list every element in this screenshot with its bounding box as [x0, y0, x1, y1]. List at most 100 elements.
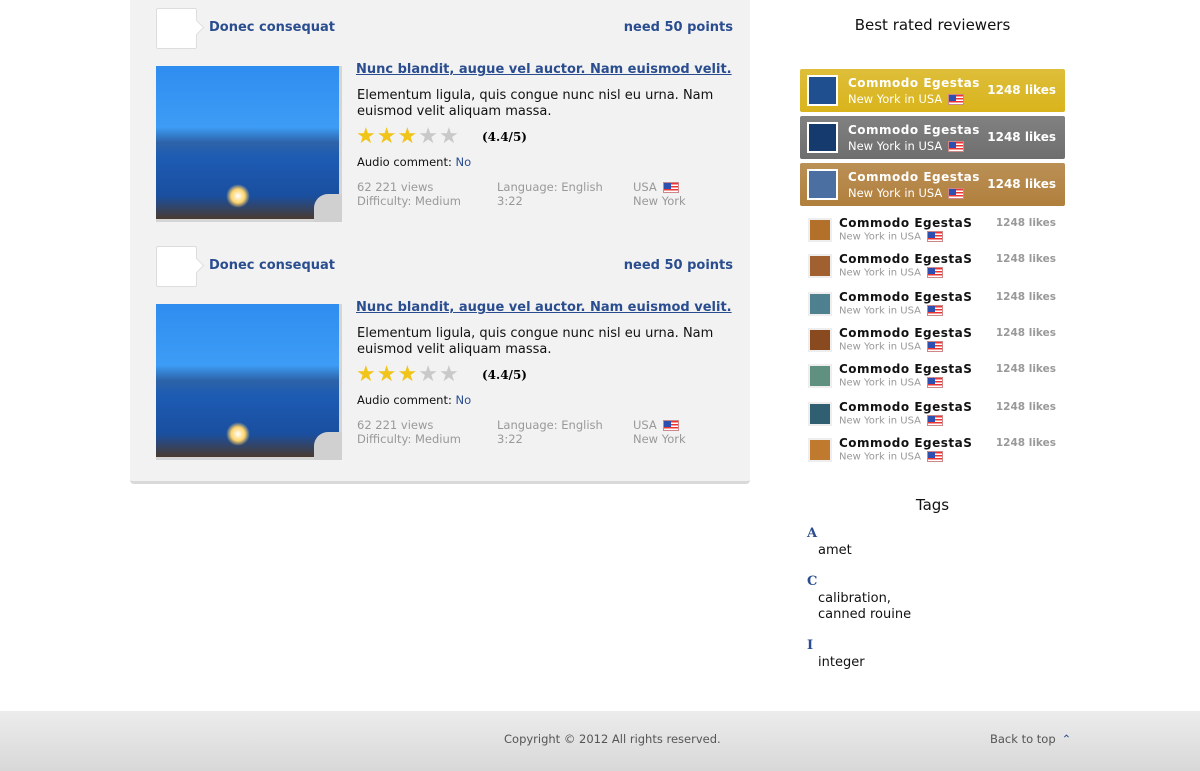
stats: 62 221 views Difficulty: Medium: [357, 180, 461, 208]
top-reviewer[interactable]: Commodo Egestas New York in USA 1248 lik…: [800, 116, 1065, 159]
reviewer-name: Commodo Egestas: [848, 170, 980, 184]
star-icon[interactable]: ★: [356, 362, 377, 387]
star-icon[interactable]: ★: [397, 362, 418, 387]
star-icon[interactable]: ★: [418, 124, 439, 149]
points-required: need 50 points: [623, 258, 733, 273]
star-icon[interactable]: ★: [377, 362, 398, 387]
tag-link[interactable]: amet: [818, 543, 852, 559]
reviewer-avatar: [808, 438, 832, 462]
top-reviewer[interactable]: Commodo Egestas New York in USA 1248 lik…: [800, 69, 1065, 112]
reviewer-location: New York in USA: [839, 305, 943, 317]
reviewer-avatar: [808, 292, 832, 316]
reviewer-item[interactable]: Commodo EgestaS New York in USA 1248 lik…: [800, 290, 1065, 324]
star-icon[interactable]: ★: [439, 124, 460, 149]
usa-flag-icon: [926, 267, 943, 278]
user-avatar[interactable]: [156, 246, 197, 287]
star-icon[interactable]: ★: [356, 124, 377, 149]
views: 62 221 views: [357, 418, 434, 432]
star-icon[interactable]: ★: [439, 362, 460, 387]
review-title-link[interactable]: Nunc blandit, augue vel auctor. Nam euis…: [356, 300, 732, 315]
language: Language: English: [497, 418, 603, 432]
star-icon[interactable]: ★: [377, 124, 398, 149]
back-to-top-link[interactable]: Back to top ⌃: [990, 732, 1071, 746]
language-info: Language: English 3:22: [497, 418, 603, 446]
reviewer-location: New York in USA: [848, 139, 965, 153]
points-required: need 50 points: [623, 20, 733, 35]
review-description: Elementum ligula, quis congue nunc nisl …: [357, 326, 714, 357]
reviewer-avatar: [807, 75, 838, 106]
country: USA: [633, 180, 657, 194]
reviewer-item[interactable]: Commodo EgestaS New York in USA 1248 lik…: [800, 252, 1065, 286]
star-rating[interactable]: ★★★★★: [356, 124, 460, 149]
star-rating[interactable]: ★★★★★: [356, 362, 460, 387]
audio-comment: Audio comment: No: [357, 155, 471, 169]
usa-flag-icon: [926, 341, 943, 352]
usa-flag-icon: [948, 94, 965, 105]
reviewer-item[interactable]: Commodo EgestaS New York in USA 1248 lik…: [800, 436, 1065, 470]
review-item: Donec consequat need 50 points Nunc blan…: [156, 0, 736, 225]
reviewer-location: New York in USA: [839, 341, 943, 353]
top-reviewer[interactable]: Commodo Egestas New York in USA 1248 lik…: [800, 163, 1065, 206]
rating-score: (4.4/5): [482, 368, 527, 382]
audio-value: No: [455, 155, 472, 169]
reviewers-title: Best rated reviewers: [854, 16, 1011, 34]
star-icon[interactable]: ★: [397, 124, 418, 149]
difficulty: Difficulty: Medium: [357, 194, 461, 208]
reviewer-likes: 1248 likes: [995, 217, 1056, 229]
stats: 62 221 views Difficulty: Medium: [357, 418, 461, 446]
reviewer-item[interactable]: Commodo EgestaS New York in USA 1248 lik…: [800, 326, 1065, 360]
reviewer-name: Commodo EgestaS: [839, 436, 973, 450]
review-item: Donec consequat need 50 points Nunc blan…: [156, 238, 736, 463]
author-link[interactable]: Donec consequat: [209, 258, 335, 273]
reviewer-item[interactable]: Commodo EgestaS New York in USA 1248 lik…: [800, 400, 1065, 434]
reviewer-item[interactable]: Commodo EgestaS New York in USA 1248 lik…: [800, 216, 1065, 250]
city: New York: [633, 194, 686, 208]
reviewer-likes: 1248 likes: [995, 253, 1056, 265]
reviewer-location: New York in USA: [839, 451, 943, 463]
tags-title: Tags: [915, 496, 950, 514]
reviewer-avatar: [808, 254, 832, 278]
usa-flag-icon: [926, 231, 943, 242]
reviewer-avatar: [808, 328, 832, 352]
tag-letter: A: [807, 526, 818, 541]
reviewer-location: New York in USA: [848, 186, 965, 200]
usa-flag-icon: [948, 188, 965, 199]
tag-link[interactable]: canned rouine: [818, 607, 911, 623]
user-avatar[interactable]: [156, 8, 197, 49]
usa-flag-icon: [926, 305, 943, 316]
tag-letter: C: [807, 574, 818, 589]
star-icon[interactable]: ★: [418, 362, 439, 387]
country: USA: [633, 418, 657, 432]
footer: Copyright © 2012 All rights reserved. Ba…: [0, 711, 1200, 771]
tag-link[interactable]: integer: [818, 655, 865, 671]
language-info: Language: English 3:22: [497, 180, 603, 208]
city: New York: [633, 432, 686, 446]
copyright: Copyright © 2012 All rights reserved.: [504, 732, 721, 746]
rating-score: (4.4/5): [482, 130, 527, 144]
review-title-link[interactable]: Nunc blandit, augue vel auctor. Nam euis…: [356, 62, 732, 77]
reviews-panel: Donec consequat need 50 points Nunc blan…: [130, 0, 750, 484]
reviewer-likes: 1248 likes: [987, 130, 1056, 144]
tag-letter: I: [807, 638, 814, 653]
reviewer-likes: 1248 likes: [995, 401, 1056, 413]
reviewer-name: Commodo EgestaS: [839, 290, 973, 304]
reviewer-likes: 1248 likes: [995, 363, 1056, 375]
reviewer-likes: 1248 likes: [995, 437, 1056, 449]
reviewer-name: Commodo EgestaS: [839, 362, 973, 376]
reviewer-item[interactable]: Commodo EgestaS New York in USA 1248 lik…: [800, 362, 1065, 396]
duration: 3:22: [497, 432, 523, 446]
difficulty: Difficulty: Medium: [357, 432, 461, 446]
usa-flag-icon: [926, 415, 943, 426]
audio-comment: Audio comment: No: [357, 393, 471, 407]
audio-label: Audio comment:: [357, 155, 452, 169]
reviewer-avatar: [808, 218, 832, 242]
usa-flag-icon: [662, 420, 679, 431]
author-link[interactable]: Donec consequat: [209, 20, 335, 35]
reviewer-likes: 1248 likes: [995, 291, 1056, 303]
reviewer-location: New York in USA: [839, 377, 943, 389]
review-thumbnail[interactable]: [156, 304, 342, 460]
audio-label: Audio comment:: [357, 393, 452, 407]
reviewer-name: Commodo Egestas: [848, 76, 980, 90]
tag-link[interactable]: calibration,: [818, 591, 891, 607]
review-thumbnail[interactable]: [156, 66, 342, 222]
